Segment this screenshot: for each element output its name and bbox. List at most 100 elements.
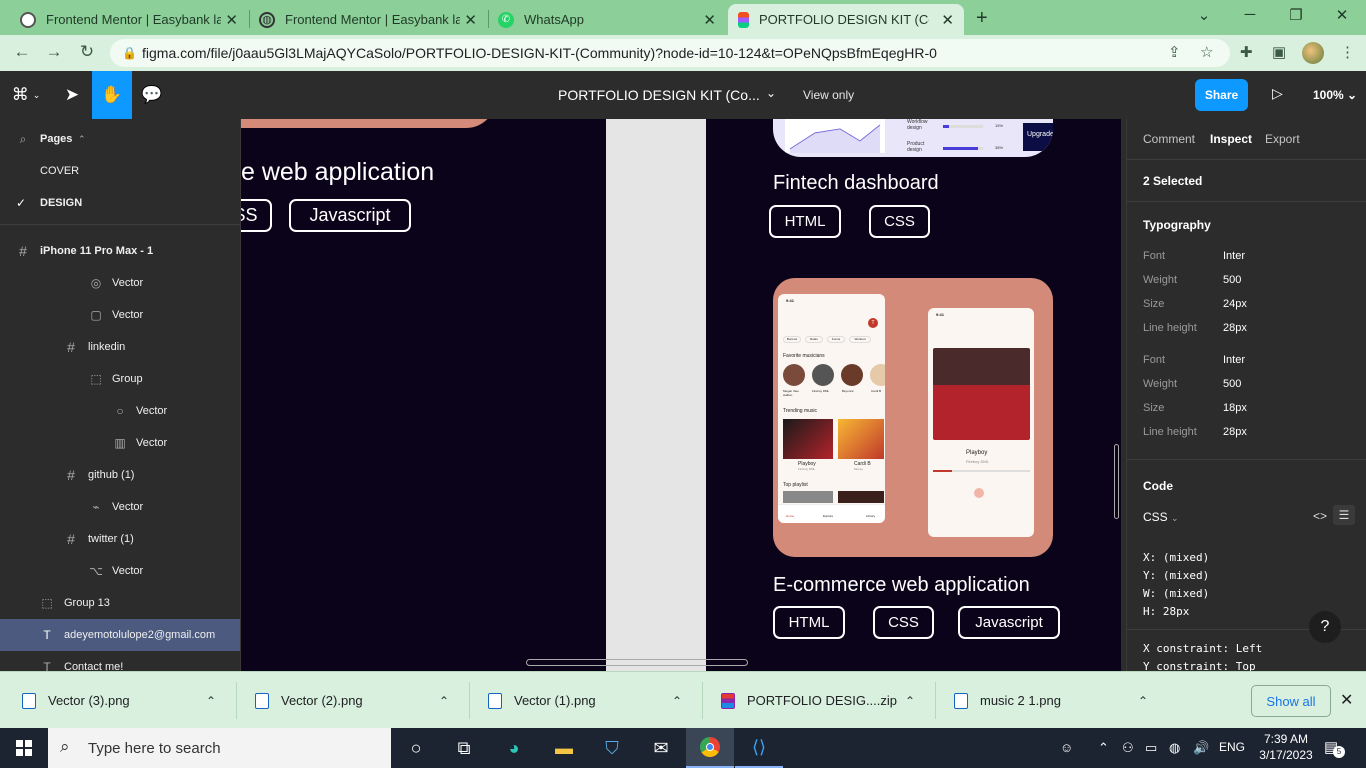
download-item[interactable]: Vector (1).png ⌃ (488, 672, 698, 729)
chevron-up-icon[interactable]: ⌃ (905, 694, 915, 708)
layer-row[interactable]: # linkedin (0, 331, 240, 363)
chevron-down-icon[interactable]: ⌄ (766, 86, 776, 100)
help-button[interactable]: ? (1309, 611, 1341, 643)
chevron-up-icon[interactable]: ⌃ (1138, 694, 1148, 708)
profile-avatar[interactable] (1302, 42, 1324, 64)
tab-search-icon[interactable]: ⌄ (1181, 6, 1227, 24)
volume-icon[interactable]: 🔊 (1193, 740, 1209, 756)
layer-row[interactable]: ▢ Vector (0, 299, 240, 331)
battery-icon[interactable]: ▭ (1145, 740, 1157, 756)
layer-row-selected[interactable]: T adeyemotolulope2@gmail.com (0, 619, 240, 651)
chevron-up-icon[interactable]: ⌃ (206, 694, 216, 708)
comment-tool-icon[interactable]: 💬 (136, 71, 168, 119)
present-play-icon[interactable]: ▷ (1272, 85, 1283, 102)
tab-comment[interactable]: Comment (1143, 132, 1195, 146)
horizontal-scrollbar[interactable] (526, 659, 748, 666)
tab-inspect[interactable]: Inspect (1210, 132, 1252, 146)
notifications-icon[interactable]: ▤ 5 (1324, 738, 1345, 758)
browser-tab-figma[interactable]: PORTFOLIO DESIGN KIT (Commu ✕ (728, 4, 964, 35)
pages-header[interactable]: ⌕ Pages ⌃ (0, 123, 240, 155)
code-line: Y constraint: Top (1143, 660, 1256, 671)
download-item[interactable]: music 2 1.png ⌃ (954, 672, 1164, 729)
vscode-icon[interactable]: ⟨⟩ (735, 728, 783, 768)
figma-menu-icon[interactable]: ⌘ ⌄ (8, 71, 44, 119)
zoom-level[interactable]: 100% ⌄ (1313, 88, 1357, 102)
prop-label: Line height (1143, 322, 1197, 334)
extensions-icon[interactable]: ✚ (1240, 43, 1253, 61)
clock[interactable]: 7:39 AM 3/17/2023 (1258, 732, 1314, 762)
chevron-up-icon[interactable]: ⌃ (439, 694, 449, 708)
address-bar[interactable]: 🔒 figma.com/file/j0aau5Gl3LMajAQYCaSolo/… (110, 39, 1230, 67)
layer-row[interactable]: ⌥ Vector (0, 555, 240, 587)
share-page-icon[interactable]: ⇪ (1168, 43, 1181, 61)
design-canvas[interactable]: e web application SS Javascript Workflow… (241, 119, 1121, 671)
mail-icon[interactable]: ✉ (637, 728, 685, 768)
file-title[interactable]: PORTFOLIO DESIGN KIT (Co... (558, 87, 760, 103)
list-view-icon[interactable]: ☰ (1333, 505, 1355, 525)
tab-title: Frontend Mentor | Easybank landi (46, 12, 221, 27)
globe-icon[interactable]: ◍ (1169, 740, 1180, 756)
close-icon[interactable]: ✕ (941, 11, 954, 29)
bookmark-star-icon[interactable]: ☆ (1200, 43, 1213, 61)
layer-row[interactable]: ◎ Vector (0, 267, 240, 299)
tab-export[interactable]: Export (1265, 132, 1300, 146)
layer-row[interactable]: # github (1) (0, 459, 240, 491)
close-window-icon[interactable]: ✕ (1319, 6, 1365, 24)
side-panel-icon[interactable]: ▣ (1272, 43, 1286, 61)
browser-tab-frontend-mentor-2[interactable]: ◍ Frontend Mentor | Easybank landi ✕ (249, 4, 487, 35)
frame-icon: # (67, 467, 75, 483)
code-language-select[interactable]: CSS ⌄ (1143, 510, 1179, 524)
layer-row[interactable]: ○ Vector (0, 395, 240, 427)
layer-row[interactable]: ⬚ Group (0, 363, 240, 395)
layer-row[interactable]: ▥ Vector (0, 427, 240, 459)
task-view-icon[interactable]: ⧉ (440, 728, 488, 768)
share-button[interactable]: Share (1195, 79, 1248, 111)
cortana-icon[interactable]: ○ (392, 728, 440, 768)
people-icon[interactable]: ☺ (1060, 740, 1073, 755)
browser-tab-whatsapp[interactable]: ✆ WhatsApp ✕ (488, 4, 726, 35)
download-item[interactable]: Vector (2).png ⌃ (255, 672, 465, 729)
close-icon[interactable]: ✕ (703, 11, 716, 29)
move-tool-icon[interactable]: ➤ (56, 71, 88, 119)
chevron-up-icon[interactable]: ⌃ (78, 134, 86, 145)
back-icon[interactable]: ← (11, 42, 33, 62)
taskbar-search[interactable]: ⌕ Type here to search (48, 728, 391, 768)
close-icon[interactable]: ✕ (464, 11, 477, 29)
reload-icon[interactable]: ↻ (76, 42, 98, 62)
menu-dots-icon[interactable]: ⋮ (1340, 43, 1355, 61)
layer-row[interactable]: ⌁ Vector (0, 491, 240, 523)
language-indicator[interactable]: ENG (1219, 740, 1245, 754)
layer-row[interactable]: # twitter (1) (0, 523, 240, 555)
close-icon[interactable]: ✕ (1340, 690, 1353, 710)
restore-icon[interactable]: ❐ (1273, 6, 1319, 24)
chrome-icon[interactable] (686, 728, 734, 768)
minimize-icon[interactable]: ─ (1227, 6, 1273, 23)
forward-icon[interactable]: → (43, 42, 65, 62)
close-icon[interactable]: ✕ (225, 11, 238, 29)
show-all-button[interactable]: Show all (1251, 685, 1331, 717)
browser-toolbar: ← → ↻ 🔒 figma.com/file/j0aau5Gl3LMajAQYC… (0, 35, 1366, 71)
file-explorer-icon[interactable]: ▬ (540, 728, 588, 768)
hand-tool-icon[interactable]: ✋ (92, 71, 132, 119)
windows-start-icon[interactable] (0, 728, 48, 768)
tab-title: WhatsApp (524, 12, 584, 27)
chevron-up-icon[interactable]: ⌃ (672, 694, 682, 708)
network-icon[interactable]: ⚇ (1122, 740, 1134, 756)
edge-icon[interactable]: ◕ (490, 728, 538, 768)
layer-row[interactable]: # iPhone 11 Pro Max - 1 (0, 235, 240, 267)
vertical-scrollbar[interactable] (1114, 444, 1119, 519)
tag-pill: HTML (773, 606, 845, 639)
layer-row[interactable]: ⬚ Group 13 (0, 587, 240, 619)
layer-row[interactable]: T Contact me! (0, 651, 240, 671)
page-item-cover[interactable]: COVER (0, 155, 240, 187)
store-icon[interactable]: ⛉ (588, 728, 636, 768)
bottom-nav: Home Explore Library (778, 504, 885, 523)
page-item-design[interactable]: ✓ DESIGN (0, 187, 240, 219)
download-item[interactable]: Vector (3).png ⌃ (22, 672, 232, 729)
download-item[interactable]: PORTFOLIO DESIG....zip ⌃ (721, 672, 931, 729)
chevron-up-icon[interactable]: ⌃ (1098, 740, 1109, 756)
new-tab-icon[interactable]: + (976, 7, 988, 30)
browser-tab-frontend-mentor-1[interactable]: Frontend Mentor | Easybank landi ✕ (10, 4, 248, 35)
code-view-icon[interactable]: <> (1313, 509, 1327, 523)
search-icon[interactable]: ⌕ (16, 132, 30, 147)
